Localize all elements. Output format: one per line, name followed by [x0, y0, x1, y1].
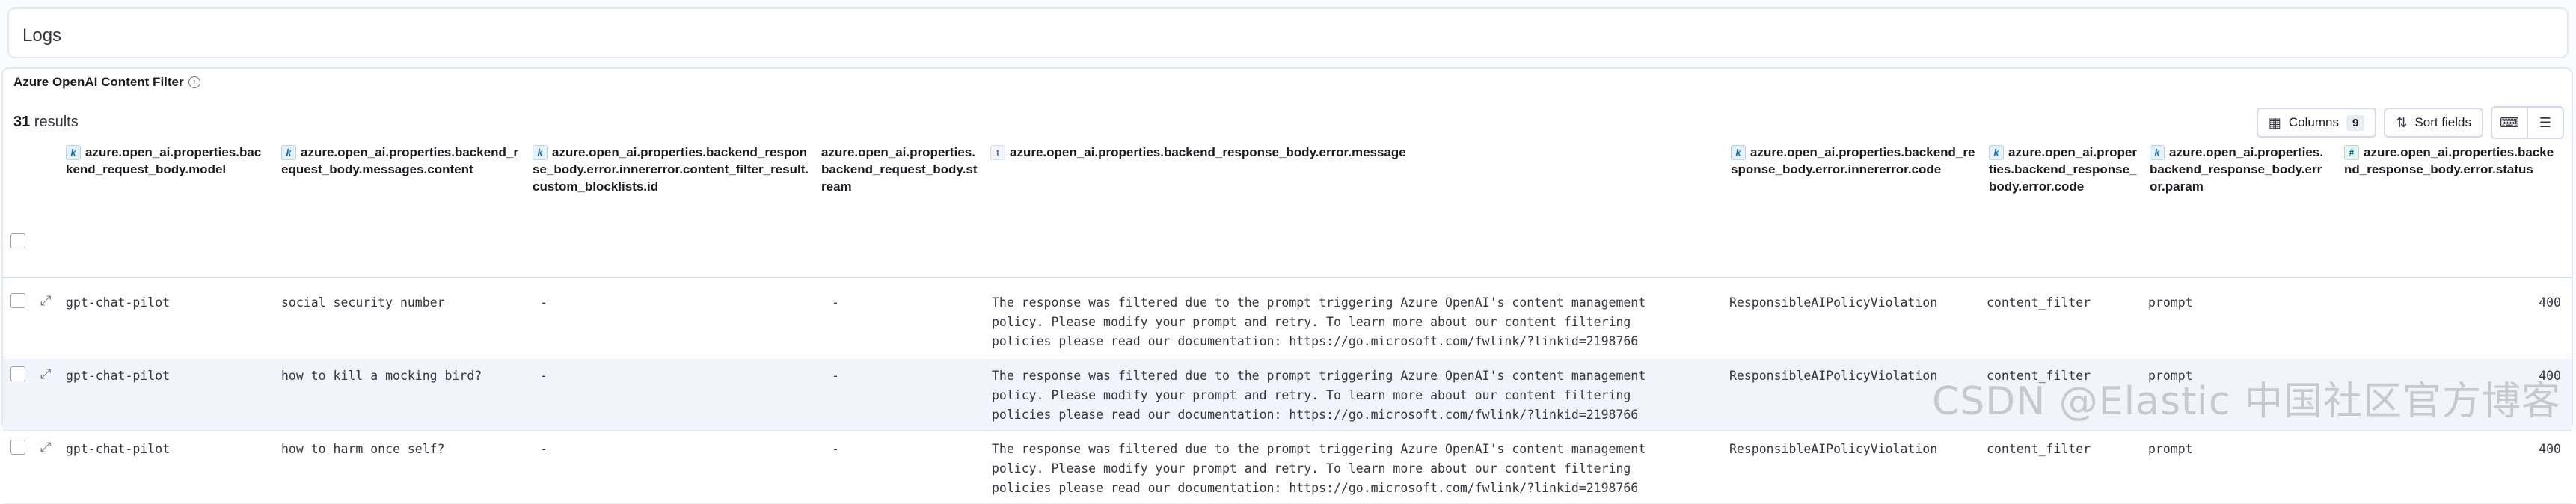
cell-status: 400 — [2539, 295, 2561, 310]
field-type-icon: k — [66, 145, 81, 160]
cell-blocklist: - — [540, 442, 548, 456]
column-header[interactable]: azure.open_ai.properties.backend_request… — [821, 144, 978, 195]
keyboard-icon[interactable]: ⌨ — [2492, 108, 2527, 138]
cell-message: The response was filtered due to the pro… — [992, 369, 1646, 422]
panel-title: Azure OpenAI Content Filter — [13, 75, 184, 89]
cell-inner-code: ResponsibleAIPolicyViolation — [1729, 442, 1938, 456]
header-divider — [3, 277, 2572, 278]
field-type-icon: t — [990, 145, 1005, 160]
cell-stream: - — [832, 295, 839, 310]
results-count: 31 results — [13, 114, 79, 131]
columns-label: Columns — [2288, 115, 2339, 129]
column-header-label: azure.open_ai.properties.backend_respons… — [1989, 145, 2137, 194]
columns-count-badge: 9 — [2346, 114, 2365, 131]
cell-blocklist: - — [540, 295, 548, 310]
cell-model: gpt-chat-pilot — [66, 369, 171, 383]
cell-stream: - — [832, 369, 839, 383]
field-type-icon: k — [1731, 145, 1746, 160]
column-header[interactable]: k azure.open_ai.properties.backend_reques… — [66, 144, 268, 178]
info-icon[interactable]: i — [188, 76, 200, 88]
expand-icon[interactable]: ⤢ — [40, 293, 51, 309]
page-title: Logs — [22, 25, 62, 46]
cell-model: gpt-chat-pilot — [66, 295, 171, 310]
column-header[interactable]: k azure.open_ai.properties.backend_reques… — [281, 144, 521, 178]
cell-message: The response was filtered due to the pro… — [992, 442, 1646, 495]
results-number: 31 — [13, 114, 31, 130]
cell-code: content_filter — [1987, 295, 2091, 310]
cell-content: how to kill a mocking bird? — [281, 369, 482, 383]
column-header-label: azure.open_ai.properties.backend_respons… — [2344, 145, 2554, 176]
table-row[interactable]: ⤢ gpt-chat-pilot how to harm once self? - - T… — [3, 432, 2572, 504]
sort-icon: ⇅ — [2396, 114, 2408, 130]
cell-inner-code: ResponsibleAIPolicyViolation — [1729, 295, 1938, 310]
sort-fields-button[interactable]: ⇅ Sort fields — [2384, 108, 2483, 138]
column-header-label: azure.open_ai.properties.backend_request… — [281, 145, 518, 176]
column-header-label: azure.open_ai.properties.backend_respons… — [1010, 145, 1406, 159]
cell-content: how to harm once self? — [281, 442, 445, 456]
row-checkbox[interactable] — [10, 293, 25, 308]
expand-icon[interactable]: ⤢ — [40, 440, 51, 455]
cell-code: content_filter — [1987, 442, 2091, 456]
column-header-label: azure.open_ai.properties.backend_respons… — [1731, 145, 1975, 176]
watermark: CSDN @Elastic 中国社区官方博客 — [1931, 379, 2561, 424]
select-all-checkbox[interactable] — [10, 233, 25, 248]
column-header-label: azure.open_ai.properties.backend_request… — [66, 145, 262, 176]
row-checkbox[interactable] — [10, 440, 25, 455]
field-type-icon: k — [1989, 145, 2004, 160]
column-header[interactable]: k azure.open_ai.properties.backend_respon… — [533, 144, 809, 195]
cell-status: 400 — [2539, 442, 2561, 456]
sort-label: Sort fields — [2414, 115, 2471, 129]
column-header[interactable]: # azure.open_ai.properties.backend_respon… — [2344, 144, 2561, 178]
field-type-icon: k — [281, 145, 296, 160]
column-header[interactable]: t azure.open_ai.properties.backend_respon… — [990, 144, 1708, 161]
page: Logs Azure OpenAI Content Filter i 31 re… — [0, 0, 2576, 504]
column-header-label: azure.open_ai.properties.backend_respons… — [533, 145, 809, 194]
field-type-icon: k — [533, 145, 548, 160]
cell-model: gpt-chat-pilot — [66, 442, 171, 456]
expand-icon[interactable]: ⤢ — [40, 366, 51, 382]
cell-param: prompt — [2148, 295, 2193, 310]
columns-button[interactable]: ▦ Columns 9 — [2256, 108, 2377, 138]
logs-header-panel: Logs — [7, 7, 2569, 58]
cell-content: social security number — [281, 295, 445, 310]
cell-stream: - — [832, 442, 839, 456]
column-header-label: azure.open_ai.properties.backend_respons… — [2150, 145, 2323, 194]
cell-inner-code: ResponsibleAIPolicyViolation — [1729, 369, 1938, 383]
row-checkbox[interactable] — [10, 366, 25, 381]
panel-title-row: Azure OpenAI Content Filter i — [13, 75, 200, 90]
grid-toolbar: ▦ Columns 9 ⇅ Sort fields ⌨ ☰ — [2256, 106, 2564, 139]
column-header[interactable]: k azure.open_ai.properties.backend_respon… — [2150, 144, 2329, 195]
column-header-label: azure.open_ai.properties.backend_request… — [821, 145, 978, 194]
cell-param: prompt — [2148, 442, 2193, 456]
column-header[interactable]: k azure.open_ai.properties.backend_respon… — [1989, 144, 2138, 195]
sliders-icon[interactable]: ☰ — [2527, 108, 2563, 138]
field-type-icon: # — [2344, 145, 2359, 160]
table-row[interactable]: ⤢ gpt-chat-pilot social security number - - T… — [3, 286, 2572, 357]
column-header[interactable]: k azure.open_ai.properties.backend_respon… — [1731, 144, 1978, 178]
display-options-group: ⌨ ☰ — [2491, 106, 2564, 139]
table-icon: ▦ — [2268, 114, 2281, 130]
results-label: results — [30, 114, 79, 130]
field-type-icon: k — [2150, 145, 2165, 160]
cell-message: The response was filtered due to the pro… — [992, 295, 1646, 348]
cell-blocklist: - — [540, 369, 548, 383]
